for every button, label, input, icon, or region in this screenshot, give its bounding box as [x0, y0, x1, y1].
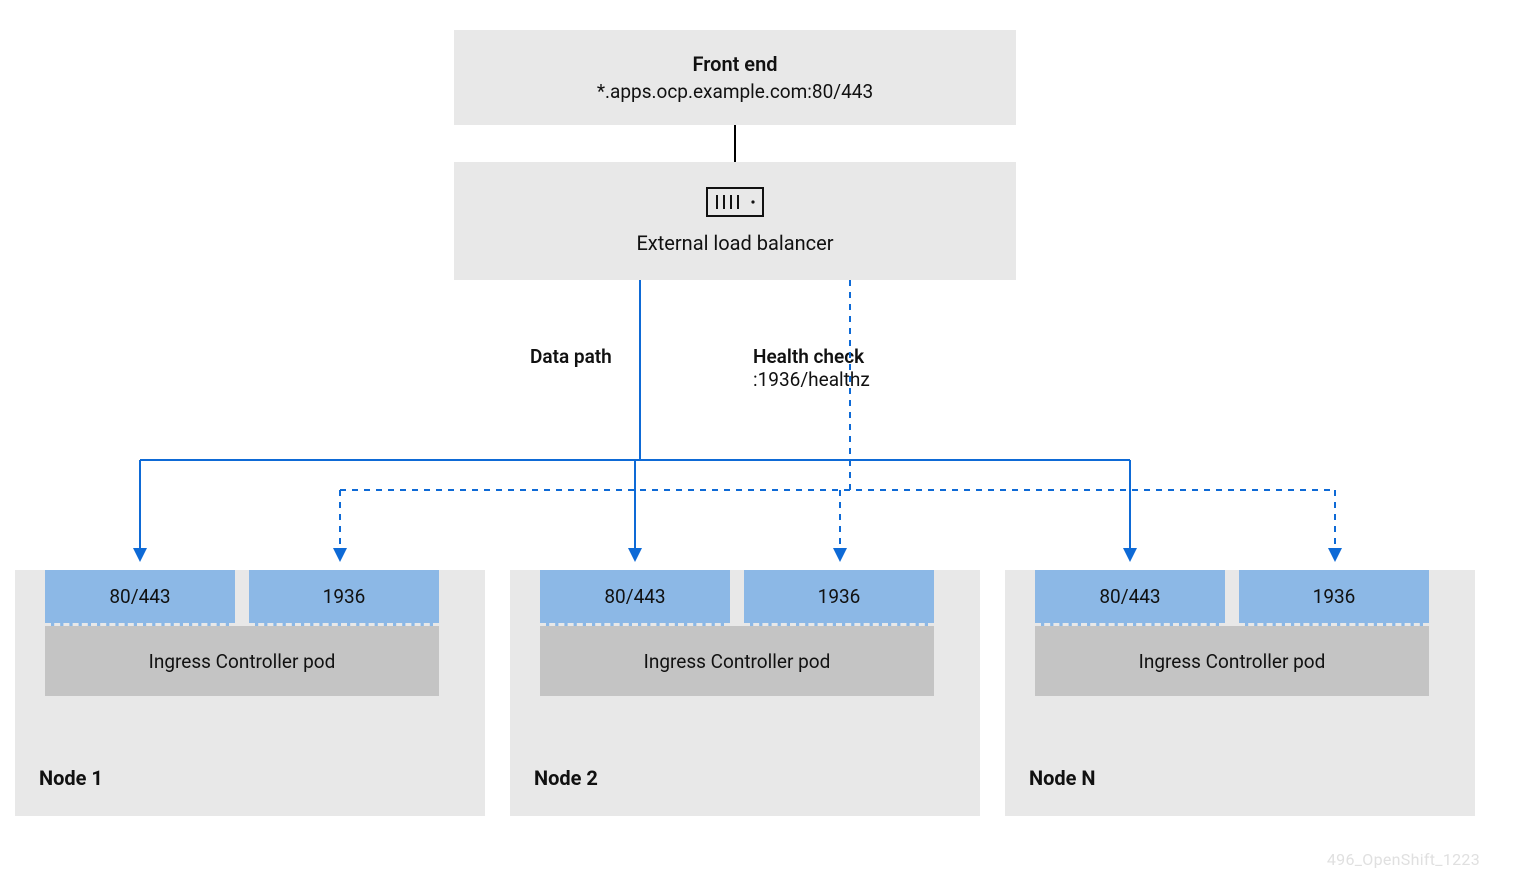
node1-pod: Ingress Controller pod — [45, 626, 439, 696]
node-N-box: 80/443 1936 Ingress Controller pod Node … — [1005, 570, 1475, 816]
health-check-title: Health check — [753, 345, 864, 368]
health-check-sub: :1936/healthz — [753, 368, 870, 391]
data-path-label: Data path — [530, 345, 612, 368]
node-2-box: 80/443 1936 Ingress Controller pod Node … — [510, 570, 980, 816]
nodeN-pod: Ingress Controller pod — [1035, 626, 1429, 696]
health-check-label: Health check :1936/healthz — [753, 345, 870, 391]
node1-port-data: 80/443 — [45, 570, 235, 626]
frontend-title: Front end — [692, 52, 777, 76]
node-1-box: 80/443 1936 Ingress Controller pod Node … — [15, 570, 485, 816]
node2-pod: Ingress Controller pod — [540, 626, 934, 696]
node1-port-health: 1936 — [249, 570, 439, 626]
node1-label: Node 1 — [39, 766, 103, 790]
node2-label: Node 2 — [534, 766, 598, 790]
frontend-box: Front end *.apps.ocp.example.com:80/443 — [454, 30, 1016, 125]
watermark: 496_OpenShift_1223 — [1327, 850, 1480, 869]
frontend-subtitle: *.apps.ocp.example.com:80/443 — [597, 80, 873, 103]
node2-port-health: 1936 — [744, 570, 934, 626]
load-balancer-icon — [706, 187, 764, 221]
load-balancer-box: External load balancer — [454, 162, 1016, 280]
nodeN-port-health: 1936 — [1239, 570, 1429, 626]
node2-port-data: 80/443 — [540, 570, 730, 626]
nodeN-label: Node N — [1029, 766, 1096, 790]
nodeN-port-data: 80/443 — [1035, 570, 1225, 626]
load-balancer-label: External load balancer — [636, 231, 833, 255]
